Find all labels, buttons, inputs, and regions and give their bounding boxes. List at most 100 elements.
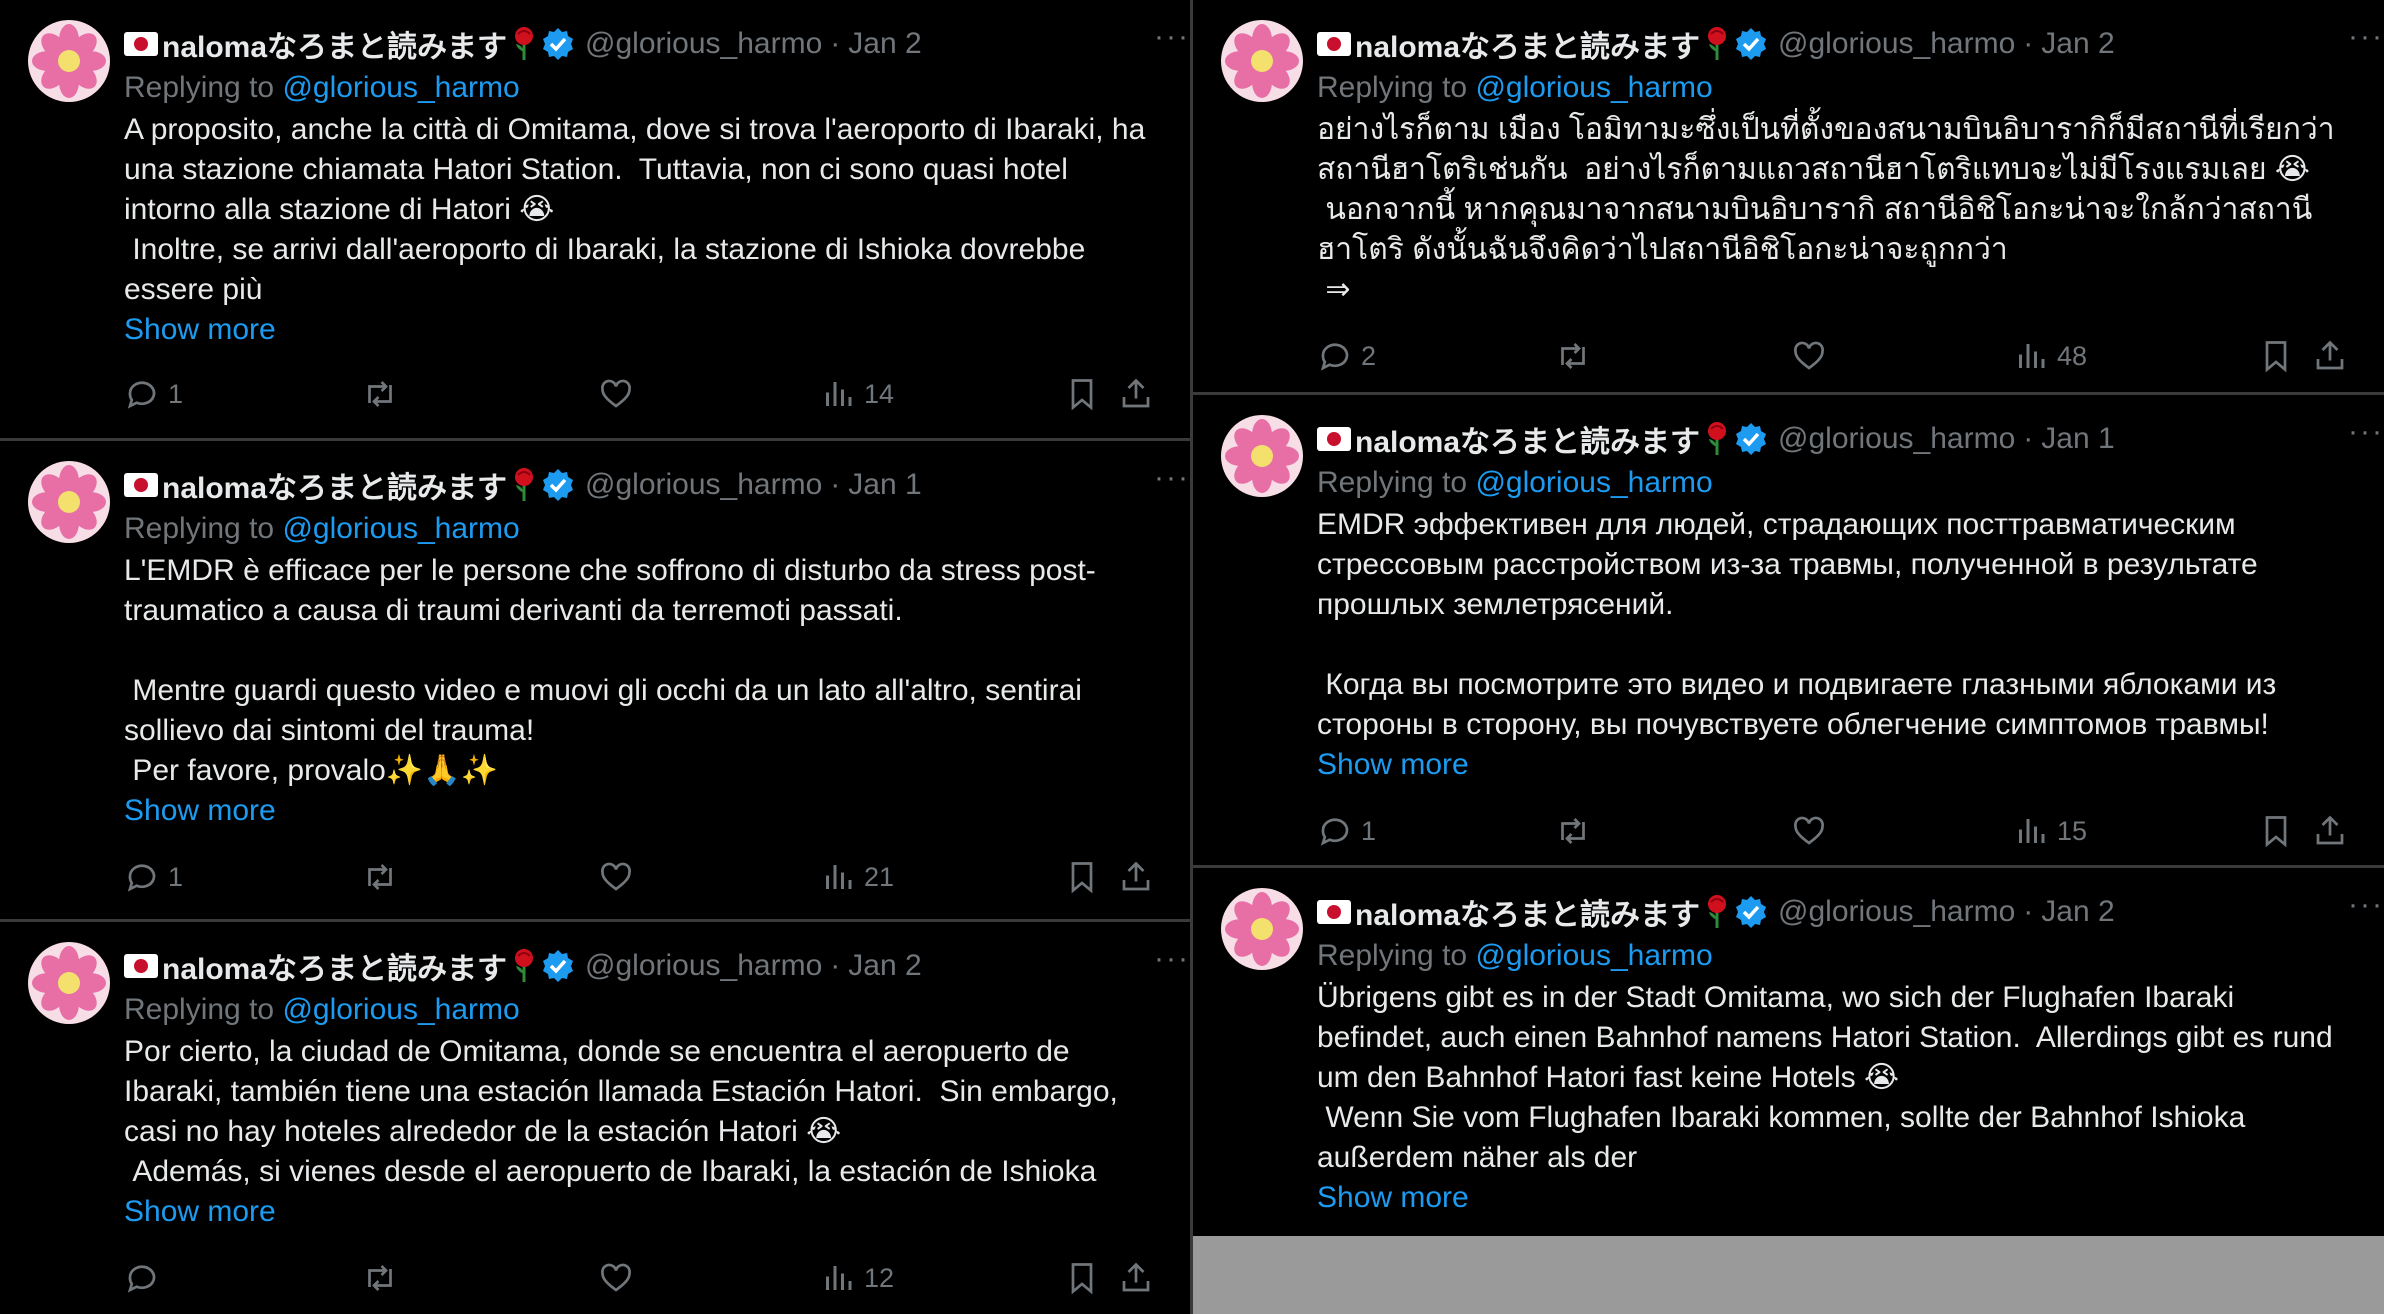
reply-icon bbox=[1320, 343, 1349, 371]
retweet-button[interactable] bbox=[1555, 813, 1791, 849]
avatar[interactable] bbox=[1221, 888, 1303, 970]
verified-badge-icon[interactable] bbox=[541, 27, 575, 61]
tweet-date[interactable]: Jan 2 bbox=[2041, 895, 2114, 929]
right-column: nalomaなろまと読みます @glorious_harmo · Jan 2 Rep… bbox=[1193, 0, 2384, 1314]
more-options-icon[interactable]: ··· bbox=[1154, 22, 1190, 52]
like-button[interactable] bbox=[598, 1260, 820, 1296]
like-button[interactable] bbox=[1791, 813, 2013, 849]
like-button[interactable] bbox=[1791, 338, 2013, 374]
flag-japan-icon bbox=[1317, 900, 1351, 924]
replying-to: Replying to @glorious_harmo bbox=[124, 66, 1150, 110]
tweet-date[interactable]: Jan 1 bbox=[2041, 422, 2114, 456]
retweet-button[interactable] bbox=[362, 859, 598, 895]
reply-button[interactable]: 1 bbox=[124, 859, 362, 895]
author-handle[interactable]: @glorious_harmo bbox=[585, 949, 822, 983]
avatar[interactable] bbox=[28, 461, 110, 543]
tweet-card[interactable]: nalomaなろまと読みます @glorious_harmo · Jan 2 Rep… bbox=[1193, 0, 2384, 392]
show-more-link[interactable]: Show more bbox=[1317, 1178, 2344, 1218]
tweet-date[interactable]: Jan 1 bbox=[848, 468, 921, 502]
tweet-header: nalomaなろまと読みます @glorious_harmo · Jan 2 bbox=[1317, 22, 2344, 66]
tweet-header: nalomaなろまと読みます @glorious_harmo · Jan 2 bbox=[1317, 890, 2344, 934]
tweet-text: อย่างไรก็ตาม เมือง โอมิทามะซึ่งเป็นที่ตั… bbox=[1317, 113, 2335, 306]
replying-prefix: Replying to bbox=[1317, 466, 1468, 499]
show-more-link[interactable]: Show more bbox=[124, 791, 1150, 831]
author-name[interactable]: nalomaなろまと読みます bbox=[1355, 417, 1700, 461]
tweet-date[interactable]: Jan 2 bbox=[848, 27, 921, 61]
more-options-icon[interactable]: ··· bbox=[1154, 944, 1190, 974]
verified-badge-icon[interactable] bbox=[541, 949, 575, 983]
bookmark-icon bbox=[1071, 1263, 1093, 1295]
share-button[interactable] bbox=[1118, 859, 1154, 895]
reply-button[interactable]: 2 bbox=[1317, 338, 1555, 374]
show-more-link[interactable]: Show more bbox=[1317, 745, 2344, 785]
tweet-actions: 1 14 bbox=[124, 372, 1154, 416]
author-name[interactable]: nalomaなろまと読みます bbox=[162, 22, 507, 66]
like-button[interactable] bbox=[598, 859, 820, 895]
author-handle[interactable]: @glorious_harmo bbox=[585, 27, 822, 61]
replying-handle-link[interactable]: @glorious_harmo bbox=[1475, 71, 1712, 104]
tweet-date[interactable]: Jan 2 bbox=[2041, 27, 2114, 61]
tweet-card[interactable]: nalomaなろまと読みます @glorious_harmo · Jan 1 Rep… bbox=[1193, 395, 2384, 865]
avatar[interactable] bbox=[1221, 20, 1303, 102]
bookmark-button[interactable] bbox=[1064, 859, 1118, 895]
retweet-button[interactable] bbox=[362, 376, 598, 412]
replying-handle-link[interactable]: @glorious_harmo bbox=[1475, 466, 1712, 499]
tweet-card[interactable]: nalomaなろまと読みます @glorious_harmo · Jan 2 Rep… bbox=[0, 922, 1190, 1314]
more-options-icon[interactable]: ··· bbox=[2348, 22, 2384, 52]
bookmark-button[interactable] bbox=[1064, 376, 1118, 412]
author-handle[interactable]: @glorious_harmo bbox=[585, 468, 822, 502]
tweet-card[interactable]: nalomaなろまと読みます @glorious_harmo · Jan 2 Rep… bbox=[1193, 868, 2384, 1236]
views-button[interactable]: 15 bbox=[2013, 813, 2258, 849]
reply-button[interactable]: 1 bbox=[124, 376, 362, 412]
replying-handle-link[interactable]: @glorious_harmo bbox=[282, 512, 519, 545]
retweet-icon bbox=[368, 1265, 392, 1291]
retweet-icon bbox=[368, 381, 392, 407]
author-name[interactable]: nalomaなろまと読みます bbox=[162, 463, 507, 507]
like-button[interactable] bbox=[598, 376, 820, 412]
author-name[interactable]: nalomaなろまと読みます bbox=[162, 944, 507, 988]
rose-icon bbox=[1708, 895, 1727, 928]
show-more-link[interactable]: Show more bbox=[124, 1192, 1150, 1232]
avatar[interactable] bbox=[28, 942, 110, 1024]
author-handle[interactable]: @glorious_harmo bbox=[1778, 27, 2015, 61]
bookmark-icon bbox=[1071, 862, 1093, 894]
more-options-icon[interactable]: ··· bbox=[2348, 417, 2384, 447]
replying-handle-link[interactable]: @glorious_harmo bbox=[282, 71, 519, 104]
views-button[interactable]: 12 bbox=[820, 1260, 1064, 1296]
verified-badge-icon[interactable] bbox=[1734, 422, 1768, 456]
views-button[interactable]: 14 bbox=[820, 376, 1064, 412]
views-button[interactable]: 48 bbox=[2013, 338, 2258, 374]
share-button[interactable] bbox=[2312, 338, 2348, 374]
reply-button[interactable] bbox=[124, 1260, 362, 1296]
author-name[interactable]: nalomaなろまと読みます bbox=[1355, 22, 1700, 66]
tweet-header: nalomaなろまと読みます @glorious_harmo · Jan 2 bbox=[124, 22, 1150, 66]
reply-button[interactable]: 1 bbox=[1317, 813, 1555, 849]
retweet-button[interactable] bbox=[362, 1260, 598, 1296]
verified-badge-icon[interactable] bbox=[1734, 895, 1768, 929]
share-button[interactable] bbox=[1118, 1260, 1154, 1296]
author-handle[interactable]: @glorious_harmo bbox=[1778, 895, 2015, 929]
share-button[interactable] bbox=[2312, 813, 2348, 849]
avatar[interactable] bbox=[28, 20, 110, 102]
tweet-date[interactable]: Jan 2 bbox=[848, 949, 921, 983]
tweet-card[interactable]: nalomaなろまと読みます @glorious_harmo · Jan 1 Rep… bbox=[0, 441, 1190, 919]
show-more-link[interactable]: Show more bbox=[124, 310, 1150, 350]
more-options-icon[interactable]: ··· bbox=[1154, 463, 1190, 493]
bookmark-button[interactable] bbox=[2258, 813, 2312, 849]
author-name[interactable]: nalomaなろまと読みます bbox=[1355, 890, 1700, 934]
verified-badge-icon[interactable] bbox=[1734, 27, 1768, 61]
avatar[interactable] bbox=[1221, 415, 1303, 497]
bookmark-button[interactable] bbox=[1064, 1260, 1118, 1296]
bookmark-button[interactable] bbox=[2258, 338, 2312, 374]
views-button[interactable]: 21 bbox=[820, 859, 1064, 895]
more-options-icon[interactable]: ··· bbox=[2348, 890, 2384, 920]
tweet-text: EMDR эффективен для людей, страдающих по… bbox=[1317, 508, 2277, 741]
retweet-button[interactable] bbox=[1555, 338, 1791, 374]
verified-badge-icon[interactable] bbox=[541, 468, 575, 502]
tweet-card[interactable]: nalomaなろまと読みます @glorious_harmo · Jan 2 Rep… bbox=[0, 0, 1190, 438]
author-handle[interactable]: @glorious_harmo bbox=[1778, 422, 2015, 456]
share-button[interactable] bbox=[1118, 376, 1154, 412]
replying-handle-link[interactable]: @glorious_harmo bbox=[1475, 939, 1712, 972]
retweet-icon bbox=[368, 864, 392, 890]
replying-handle-link[interactable]: @glorious_harmo bbox=[282, 993, 519, 1026]
